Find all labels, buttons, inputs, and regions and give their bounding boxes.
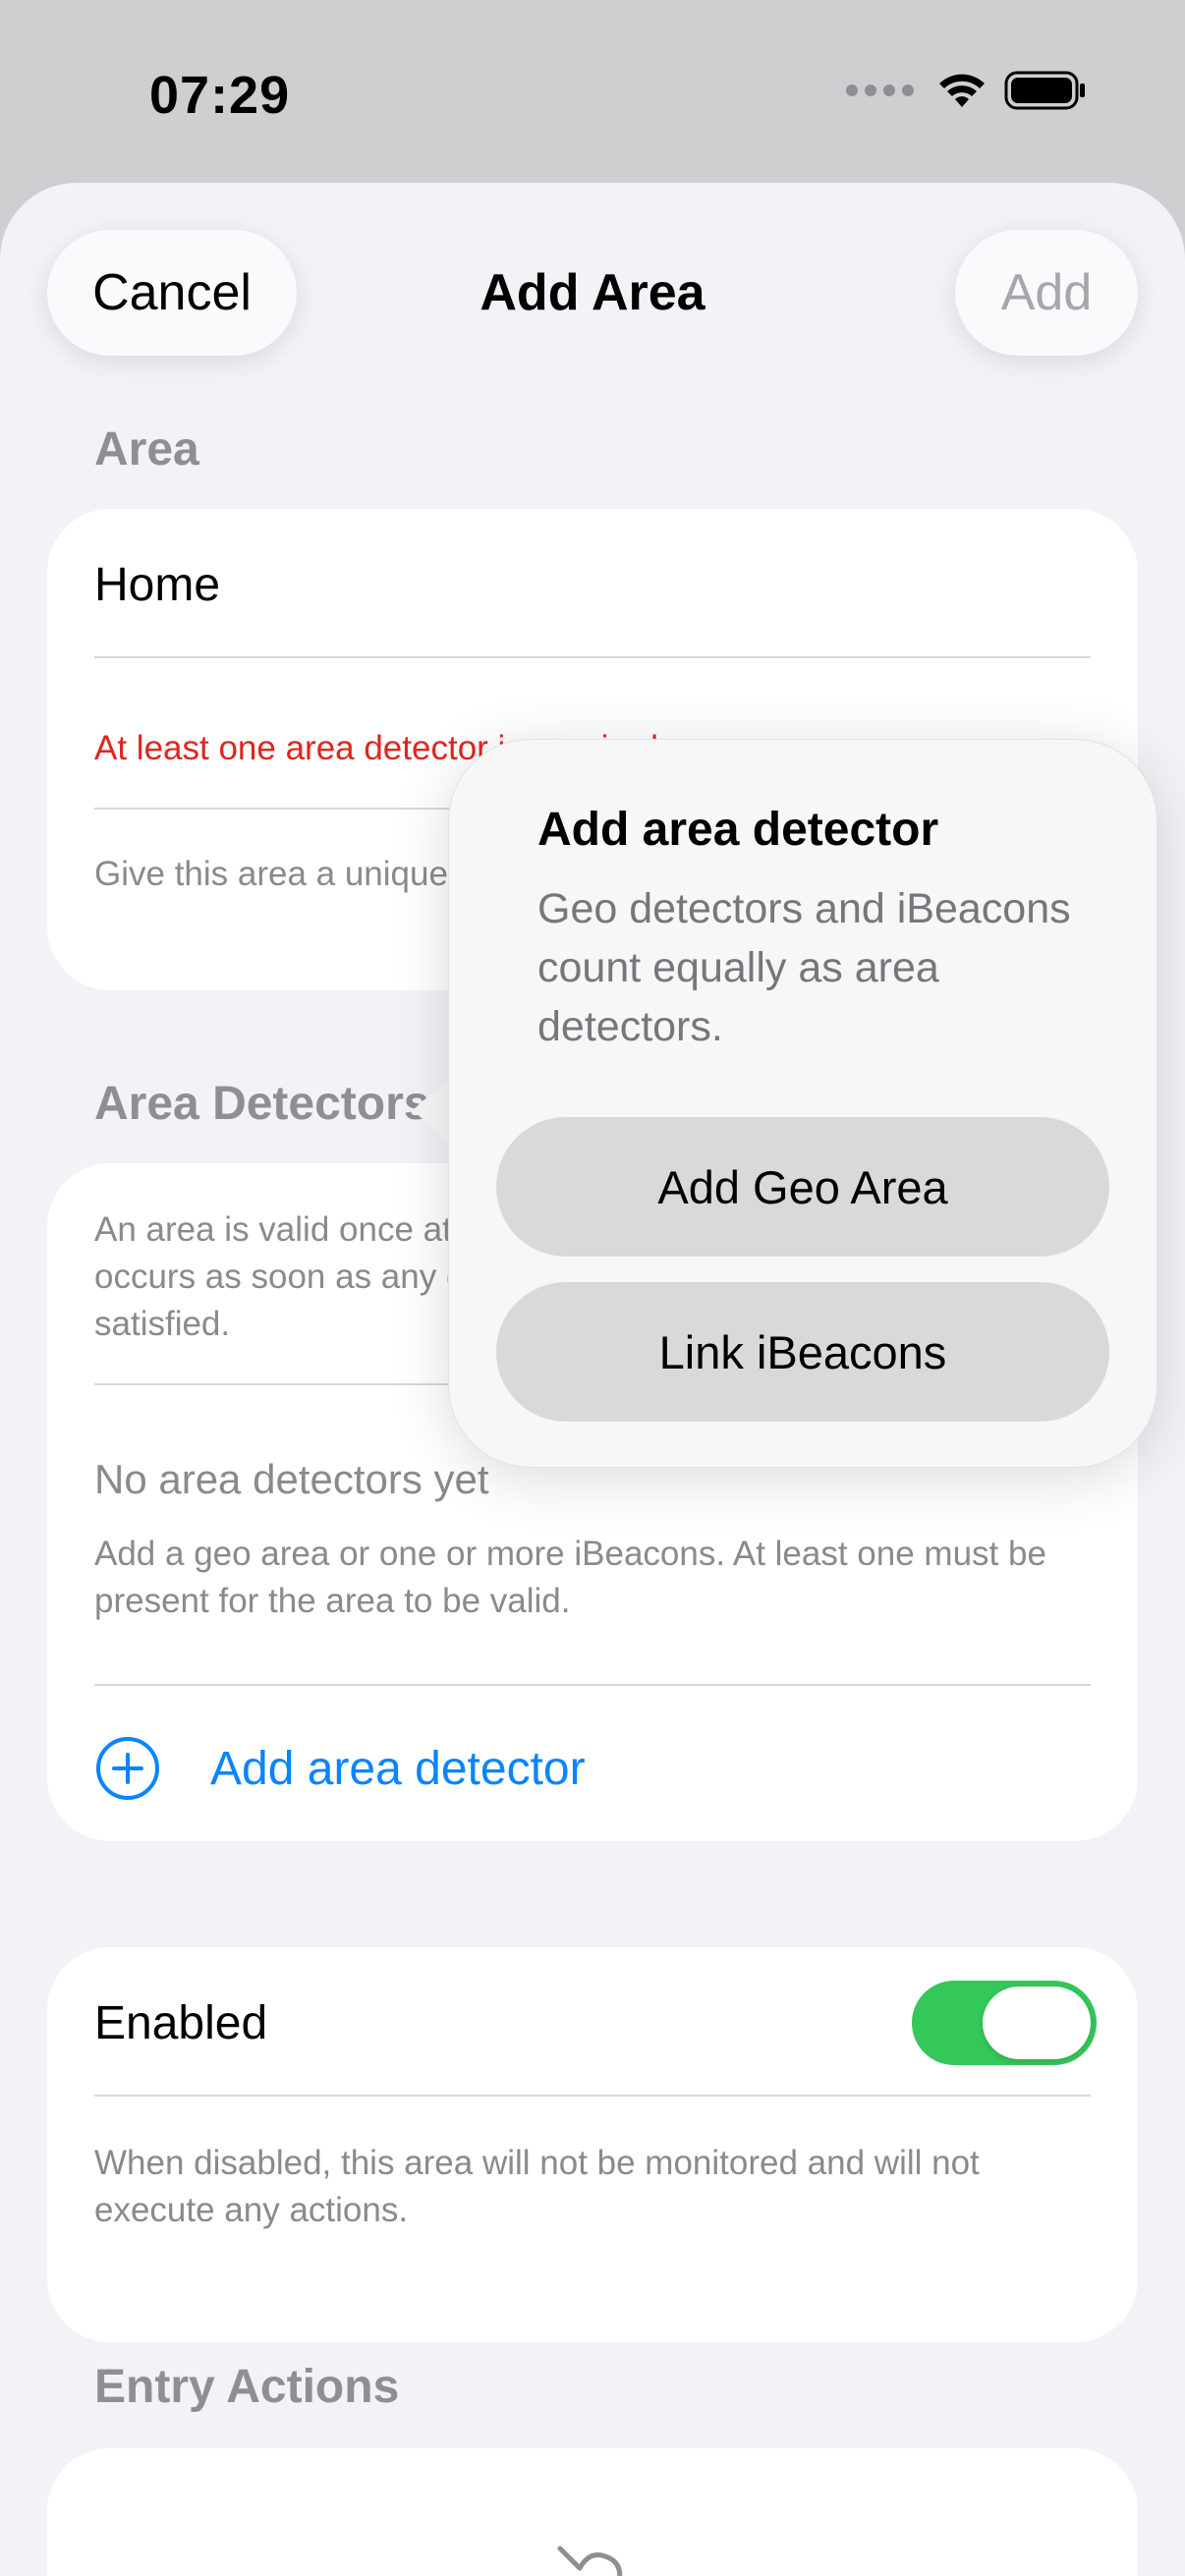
empty-state-title: No area detectors yet: [94, 1456, 489, 1502]
popover-description: Geo detectors and iBeacons count equally…: [537, 885, 1071, 1050]
add-geo-area-button[interactable]: Add Geo Area: [496, 1117, 1109, 1257]
signal-icon: [846, 84, 914, 96]
wifi-icon: [939, 74, 985, 107]
status-icons: [846, 71, 1087, 110]
add-button[interactable]: Add: [955, 230, 1138, 356]
enabled-footer-note: When disabled, this area will not be mon…: [94, 2144, 980, 2229]
add-area-detector-row[interactable]: Add area detector: [94, 1735, 586, 1802]
plus-circle-icon: [96, 1737, 159, 1800]
empty-state-body: Add a geo area or one or more iBeacons. …: [94, 1535, 1046, 1620]
toggle-knob: [983, 1987, 1091, 2059]
enabled-card: Enabled When disabled, this area will no…: [47, 1947, 1138, 2342]
add-detector-popover: Add area detector Geo detectors and iBea…: [448, 739, 1157, 1468]
section-header-area: Area: [94, 423, 199, 476]
enabled-label: Enabled: [94, 1997, 268, 2049]
area-name-input[interactable]: Home: [94, 558, 220, 612]
divider: [94, 656, 1091, 658]
popover-title: Add area detector: [537, 804, 939, 856]
enabled-toggle[interactable]: [912, 1981, 1097, 2065]
battery-icon: [1004, 71, 1085, 110]
section-header-entry-actions: Entry Actions: [94, 2361, 400, 2413]
divider: [94, 1684, 1091, 1686]
divider: [94, 2095, 1091, 2097]
status-time: 07:29: [149, 66, 291, 125]
popover-arrow: [413, 1077, 450, 1144]
entry-actions-card: [47, 2448, 1138, 2576]
section-header-detectors: Area Detectors: [94, 1078, 430, 1130]
hand-tap-icon: [557, 2546, 623, 2576]
link-ibeacons-button[interactable]: Link iBeacons: [496, 1282, 1109, 1422]
add-area-detector-label: Add area detector: [210, 1742, 586, 1795]
